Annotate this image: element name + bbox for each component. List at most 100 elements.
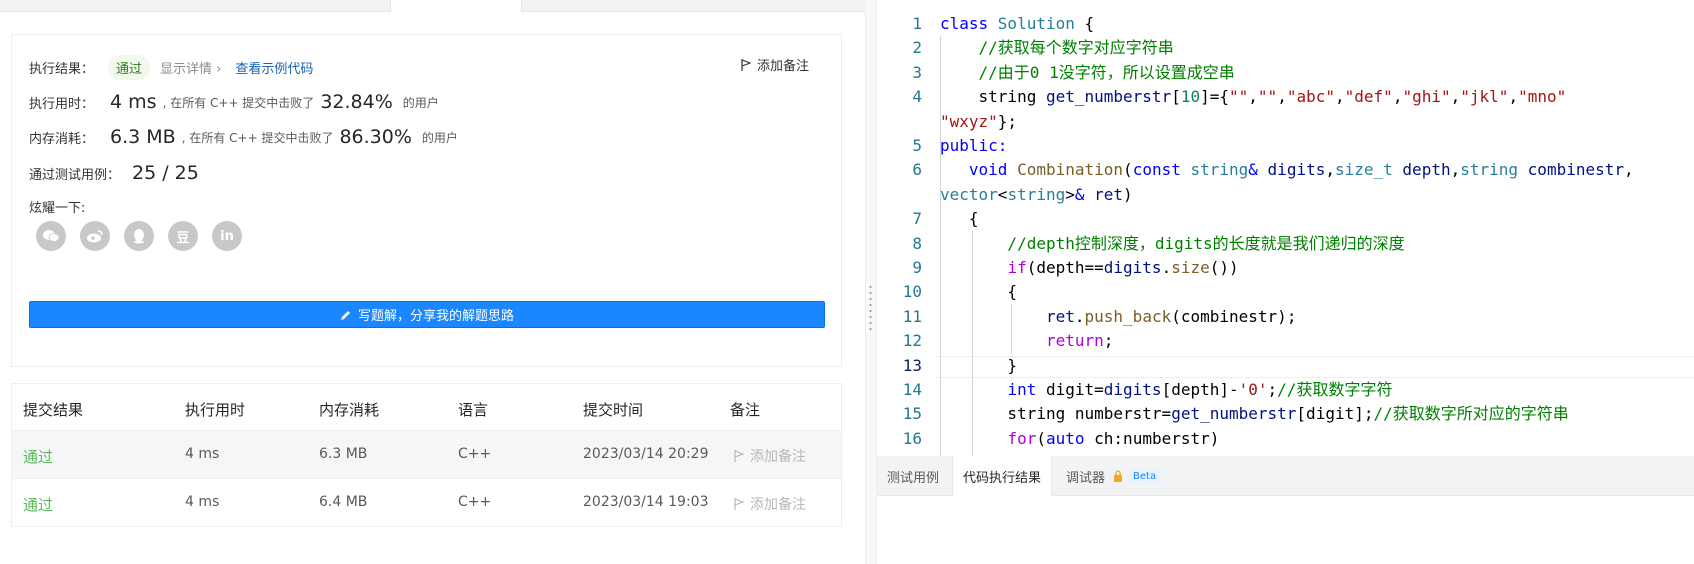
beta-badge: Beta [1129,469,1161,483]
code-line[interactable]: 13 } [877,354,1694,378]
row-language: C++ [458,494,492,510]
code-line[interactable]: 12 return; [877,329,1694,353]
result-card: 执行结果： 通过 显示详情 › 查看示例代码 添加备注 执行用时： 4 ms ,… [11,34,842,367]
line-number: 8 [912,233,922,253]
row-add-note[interactable]: 添加备注 [734,494,806,514]
code-line[interactable]: 1 class Solution { [877,12,1694,36]
code-line[interactable]: 15 string numberstr=get_numberstr[digit]… [877,402,1694,426]
tests-value: 25 / 25 [132,162,199,184]
table-row[interactable]: 通过 4 ms 6.3 MB C++ 2023/03/14 20:29 添加备注 [12,431,841,479]
douban-icon[interactable]: 豆 [168,221,198,251]
tab-debugger[interactable]: 调试器 Beta [1056,456,1170,496]
row-memory: 6.3 MB [319,446,368,462]
row-time: 2023/03/14 19:03 [583,494,709,510]
code-line[interactable]: 3 //由于0 1没字符，所以设置成空串 [877,61,1694,85]
row-time: 2023/03/14 20:29 [583,446,709,462]
submission-panel: 执行结果： 通过 显示详情 › 查看示例代码 添加备注 执行用时： 4 ms ,… [0,0,866,564]
line-number: 6 [912,160,922,180]
qq-icon[interactable] [124,221,154,251]
code-text: } [940,355,1018,375]
code-line[interactable]: 10 { [877,280,1694,304]
console-panel: 测试用例 代码执行结果 调试器 Beta [876,456,1694,564]
share-icons: 豆 in [36,221,242,251]
app-root: 执行结果： 通过 显示详情 › 查看示例代码 添加备注 执行用时： 4 ms ,… [0,0,1694,564]
code-line[interactable]: 8 //depth控制深度，digits的长度就是我们递归的深度 [877,232,1694,256]
runtime-label: 执行用时： [29,96,95,112]
table-header: 提交结果 执行用时 内存消耗 语言 提交时间 备注 [12,384,841,431]
panel-resize-handle[interactable] [866,0,876,564]
line-number: 11 [902,306,922,326]
memory-label: 内存消耗： [29,131,95,147]
active-tab[interactable] [390,0,522,12]
submission-content: 执行结果： 通过 显示详情 › 查看示例代码 添加备注 执行用时： 4 ms ,… [0,12,866,564]
debugger-label: 调试器 [1066,470,1106,486]
code-line[interactable]: 5 public: [877,134,1694,158]
code-text: ret.push_back(combinestr); [1045,306,1297,326]
code-line[interactable]: 14 int digit=digits[depth]-'0';//获取数字字符 [877,378,1694,402]
wechat-icon[interactable] [36,221,66,251]
code-text: if(depth==digits.size()) [1007,258,1239,277]
code-text: { [940,282,1018,302]
memory-mid: , 在所有 C++ 提交中击败了 [181,130,334,145]
code-line[interactable]: "wxyz"}; [877,110,1694,134]
code-line[interactable]: 16 for(auto ch:numberstr) [877,427,1694,451]
header-note: 备注 [730,401,761,419]
code-text: int digit=digits[depth]-'0';//获取数字字符 [1007,380,1393,399]
row-status[interactable]: 通过 [23,494,53,515]
code-text: //由于0 1没字符，所以设置成空串 [940,62,1235,82]
line-number: 13 [902,355,922,375]
line-number: 9 [912,258,922,277]
result-label: 执行结果： [29,62,95,77]
code-text: void Combination(const string& digits,si… [968,160,1634,180]
table-row[interactable]: 通过 4 ms 6.4 MB C++ 2023/03/14 19:03 添加备注 [12,479,841,527]
code-line[interactable]: 2 //获取每个数字对应字符串 [877,36,1694,60]
code-line[interactable]: 4 string get_numberstr[10]={"","","abc",… [877,85,1694,109]
code-text: string numberstr=get_numberstr[digit];//… [940,404,1569,424]
pen-icon [340,310,350,320]
chevron-right-icon: › [216,62,222,77]
memory-pct: 86.30% [339,126,412,148]
memory-row: 内存消耗： 6.3 MB , 在所有 C++ 提交中击败了 86.30% 的用户 [29,126,458,148]
line-number: 16 [902,428,922,448]
example-code-link[interactable]: 查看示例代码 [235,58,313,77]
row-runtime: 4 ms [185,494,220,510]
tab-run-result[interactable]: 代码执行结果 [952,456,1053,496]
code-line[interactable]: vector<string>& ret) [877,183,1694,207]
header-time: 提交时间 [583,401,644,419]
code-editor[interactable]: 1 class Solution {2 //获取每个数字对应字符串 3 //由于0 … [876,0,1694,456]
write-solution-button[interactable]: 写题解，分享我的解题思路 [29,301,825,328]
row-runtime: 4 ms [185,446,220,462]
row-language: C++ [458,446,492,462]
lock-icon [1114,470,1123,482]
add-note-button[interactable]: 添加备注 [741,55,809,74]
code-text: for(auto ch:numberstr) [1007,428,1220,448]
line-number: 12 [902,331,922,351]
code-text: class Solution { [940,14,1095,33]
code-text: return; [1045,331,1114,351]
runtime-mid: , 在所有 C++ 提交中击败了 [162,95,315,110]
row-status[interactable]: 通过 [23,446,53,467]
tests-row: 通过测试用例： 25 / 25 [29,162,199,184]
line-number: 5 [912,136,922,155]
weibo-icon[interactable] [80,221,110,251]
flag-icon [734,498,744,510]
code-line[interactable]: 7 { [877,207,1694,231]
line-number: 2 [912,38,922,58]
line-number: 7 [912,209,922,229]
show-details-link[interactable]: 显示详情 › [160,58,221,77]
flag-icon [741,58,751,71]
share-row: 炫耀一下: [29,197,85,216]
row-add-note[interactable]: 添加备注 [734,446,806,466]
code-text: { [940,209,979,229]
code-line[interactable]: 9 if(depth==digits.size()) [877,256,1694,280]
row-memory: 6.4 MB [319,494,368,510]
header-runtime: 执行用时 [185,401,246,419]
header-language: 语言 [458,401,489,419]
linkedin-icon[interactable]: in [212,221,242,251]
code-text: string get_numberstr[10]={"","","abc","d… [940,87,1567,107]
code-line[interactable]: 6 void Combination(const string& digits,… [877,158,1694,182]
header-status: 提交结果 [23,401,84,419]
code-line[interactable]: 11 ret.push_back(combinestr); [877,305,1694,329]
tab-test-cases[interactable]: 测试用例 [877,456,949,496]
code-text: //获取每个数字对应字符串 [940,38,1174,58]
